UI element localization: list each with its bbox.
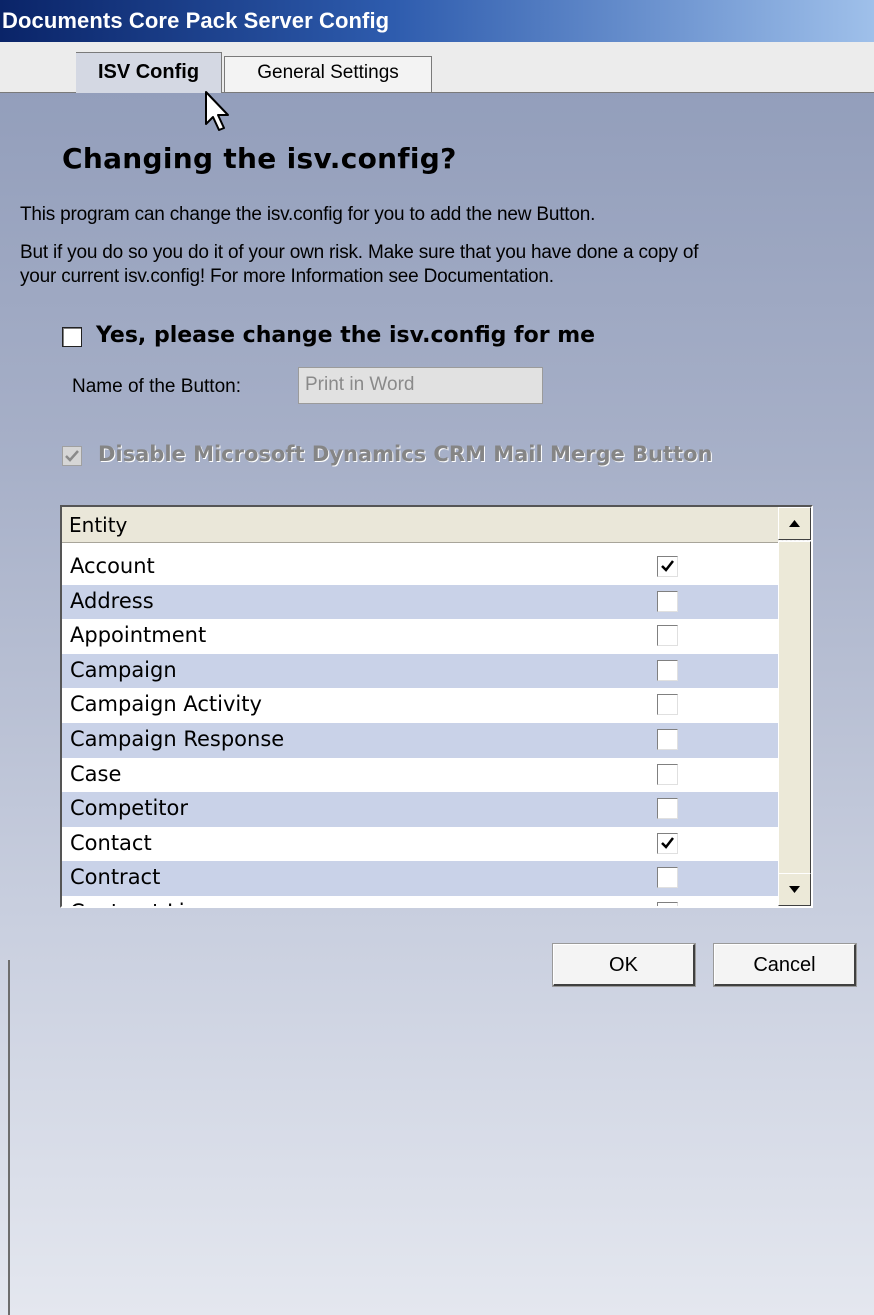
info-text-1: This program can change the isv.config f…	[20, 204, 596, 225]
entity-checkbox[interactable]	[657, 694, 678, 716]
entity-checkbox[interactable]	[657, 659, 678, 681]
entity-row[interactable]: Campaign	[62, 653, 778, 689]
entity-grid: Entity Account Address Appointment Campaign…	[60, 505, 813, 908]
checkmark-icon	[65, 450, 79, 462]
entity-name: Account	[70, 554, 155, 578]
config-window: Documents Core Pack Server Config ISV Co…	[0, 0, 874, 1315]
tab-isv-config[interactable]: ISV Config	[76, 52, 222, 93]
entity-checkbox[interactable]	[657, 728, 678, 750]
entity-name: Campaign	[70, 657, 177, 682]
entity-column-header[interactable]: Entity	[62, 507, 778, 543]
window-title: Documents Core Pack Server Config	[0, 0, 874, 42]
info-text-3: your current isv.config! For more Inform…	[20, 266, 554, 287]
info-text-2: But if you do so you do it of your own r…	[20, 242, 699, 263]
entity-name: Appointment	[70, 623, 207, 648]
entity-name: Case	[70, 761, 122, 786]
entity-row[interactable]: Account	[62, 550, 778, 585]
entity-checkbox[interactable]	[657, 798, 678, 820]
entity-row[interactable]: Case	[62, 758, 778, 793]
entity-row[interactable]: Competitor	[62, 792, 778, 827]
entity-checkbox[interactable]	[657, 556, 678, 577]
tab-general-settings[interactable]: General Settings	[224, 56, 432, 92]
button-name-input[interactable]: Print in Word	[298, 367, 543, 404]
entity-row[interactable]: Appointment	[62, 619, 778, 654]
entity-name: Address	[70, 588, 154, 613]
entity-checkbox[interactable]	[657, 763, 678, 785]
entity-checkbox[interactable]	[657, 901, 678, 906]
arrow-down-icon	[789, 886, 800, 893]
change-isv-checkbox[interactable]	[62, 327, 82, 347]
entity-checkbox[interactable]	[657, 625, 678, 647]
window-border	[8, 960, 10, 1315]
mouse-cursor-icon	[205, 91, 229, 131]
page-heading: Changing the isv.config?	[62, 142, 457, 175]
entity-row[interactable]: Campaign Response	[62, 722, 778, 758]
ok-button[interactable]: OK	[552, 943, 696, 987]
scroll-down-button[interactable]	[778, 873, 811, 906]
entity-checkbox[interactable]	[657, 867, 678, 889]
entity-row[interactable]: Contract	[62, 861, 778, 896]
change-isv-label: Yes, please change the isv.config for me	[96, 323, 596, 348]
arrow-up-icon	[789, 520, 800, 527]
cancel-button[interactable]: Cancel	[713, 943, 857, 987]
entity-name: Campaign Response	[70, 726, 285, 751]
scroll-up-button[interactable]	[778, 507, 811, 540]
entity-row[interactable]: Contract Line	[62, 896, 778, 906]
entity-name: Contract Line	[70, 900, 211, 906]
entity-rows: Account Address Appointment Campaign Campaig…	[62, 550, 778, 906]
entity-name: Campaign Activity	[70, 692, 262, 717]
button-name-label: Name of the Button:	[72, 376, 241, 397]
entity-checkbox[interactable]	[657, 832, 678, 854]
entity-name: Contract	[70, 865, 161, 890]
checkmark-icon	[661, 836, 674, 849]
scroll-thumb[interactable]	[778, 541, 811, 878]
tab-strip: ISV Config General Settings	[0, 42, 874, 93]
entity-name: Competitor	[70, 796, 189, 821]
entity-row[interactable]: Campaign Activity	[62, 688, 778, 723]
disable-mail-merge-label: Disable Microsoft Dynamics CRM Mail Merg…	[98, 442, 713, 466]
entity-row[interactable]: Address	[62, 584, 778, 620]
checkmark-icon	[661, 560, 674, 572]
entity-row[interactable]: Contact	[62, 827, 778, 862]
vertical-scrollbar[interactable]	[778, 507, 811, 906]
disable-mail-merge-checkbox[interactable]	[62, 446, 82, 466]
entity-name: Contact	[70, 830, 152, 855]
entity-checkbox[interactable]	[657, 590, 678, 612]
